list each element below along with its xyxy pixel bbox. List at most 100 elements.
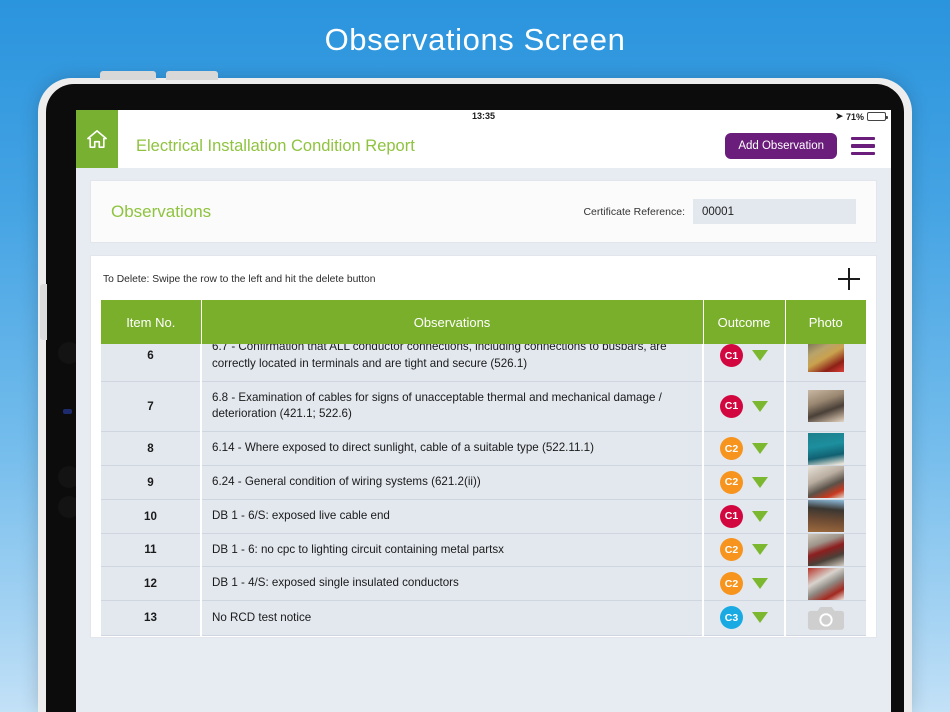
photo-thumbnail[interactable] xyxy=(808,500,844,532)
cell-observation[interactable]: 6.7 - Confirmation that ALL conductor co… xyxy=(201,344,703,381)
certificate-reference-label: Certificate Reference: xyxy=(583,206,685,218)
outcome-badge[interactable]: C2 xyxy=(720,572,743,595)
cell-observation[interactable]: DB 1 - 6/S: exposed live cable end xyxy=(201,499,703,533)
cell-item-no: 13 xyxy=(101,601,201,636)
cell-item-no: 8 xyxy=(101,432,201,466)
column-header-observations: Observations xyxy=(201,300,703,344)
observations-panel: Observations Certificate Reference: xyxy=(90,180,877,243)
table-row[interactable]: 76.8 - Examination of cables for signs o… xyxy=(101,381,866,432)
cell-item-no: 9 xyxy=(101,465,201,499)
column-header-outcome: Outcome xyxy=(703,300,785,344)
device-bezel: iPad 13:35 ➤ 71% xyxy=(46,84,904,712)
cell-observation[interactable]: 6.8 - Examination of cables for signs of… xyxy=(201,381,703,432)
section-title: Observations xyxy=(111,202,583,222)
table-row[interactable]: 12DB 1 - 4/S: exposed single insulated c… xyxy=(101,567,866,601)
photo-thumbnail[interactable] xyxy=(808,344,844,372)
chevron-down-icon[interactable] xyxy=(752,443,768,454)
home-button[interactable] xyxy=(76,110,118,168)
photo-thumbnail[interactable] xyxy=(808,433,844,465)
chevron-down-icon[interactable] xyxy=(752,612,768,623)
observations-table-body: 66.7 - Confirmation that ALL conductor c… xyxy=(101,344,866,636)
photo-thumbnail[interactable] xyxy=(808,390,844,422)
cell-outcome: C2 xyxy=(703,567,785,601)
cell-photo[interactable] xyxy=(785,381,866,432)
status-bar-time: 13:35 xyxy=(76,111,891,121)
outcome-badge[interactable]: C3 xyxy=(720,606,743,629)
chevron-down-icon[interactable] xyxy=(752,578,768,589)
cell-observation[interactable]: 6.24 - General condition of wiring syste… xyxy=(201,465,703,499)
column-header-item-no: Item No. xyxy=(101,300,201,344)
device-top-button-1 xyxy=(100,71,156,80)
outcome-badge[interactable]: C1 xyxy=(720,505,743,528)
cell-photo[interactable] xyxy=(785,601,866,636)
observations-rows-viewport[interactable]: 66.7 - Confirmation that ALL conductor c… xyxy=(101,344,866,638)
cell-item-no: 12 xyxy=(101,567,201,601)
cell-photo[interactable] xyxy=(785,432,866,466)
cell-item-no: 10 xyxy=(101,499,201,533)
photo-thumbnail[interactable] xyxy=(808,568,844,600)
outcome-badge[interactable]: C2 xyxy=(720,538,743,561)
photo-thumbnail[interactable] xyxy=(808,534,844,566)
home-icon xyxy=(86,129,108,149)
cell-outcome: C1 xyxy=(703,381,785,432)
device-top-button-2 xyxy=(166,71,218,80)
chevron-down-icon[interactable] xyxy=(752,477,768,488)
cell-observation[interactable]: No RCD test notice xyxy=(201,601,703,636)
hamburger-menu-icon[interactable] xyxy=(851,137,875,156)
outcome-badge[interactable]: C2 xyxy=(720,471,743,494)
camera-placeholder-icon[interactable] xyxy=(806,601,846,633)
battery-icon xyxy=(867,112,886,121)
observations-table-header: Item No. Observations Outcome Photo xyxy=(101,300,866,344)
cell-photo[interactable] xyxy=(785,499,866,533)
device-screen: iPad 13:35 ➤ 71% xyxy=(76,110,891,712)
cell-outcome: C1 xyxy=(703,344,785,381)
outcome-badge[interactable]: C2 xyxy=(720,437,743,460)
table-row[interactable]: 86.14 - Where exposed to direct sunlight… xyxy=(101,432,866,466)
cell-observation[interactable]: 6.14 - Where exposed to direct sunlight,… xyxy=(201,432,703,466)
main-content: Observations Certificate Reference: To D… xyxy=(76,168,891,638)
cell-outcome: C1 xyxy=(703,499,785,533)
device-side-button xyxy=(40,284,47,340)
cell-outcome: C2 xyxy=(703,432,785,466)
page-title: Observations Screen xyxy=(0,22,950,58)
observations-table-panel: To Delete: Swipe the row to the left and… xyxy=(90,255,877,638)
cell-item-no: 6 xyxy=(101,344,201,381)
device-led-indicator xyxy=(63,409,72,414)
app-header: Electrical Installation Condition Report… xyxy=(76,124,891,168)
certificate-reference-input[interactable] xyxy=(693,199,856,224)
cell-photo[interactable] xyxy=(785,533,866,567)
cell-photo[interactable] xyxy=(785,344,866,381)
add-observation-button[interactable]: Add Observation xyxy=(725,133,837,159)
delete-hint-row: To Delete: Swipe the row to the left and… xyxy=(101,266,866,300)
column-header-photo: Photo xyxy=(785,300,866,344)
cell-observation[interactable]: DB 1 - 4/S: exposed single insulated con… xyxy=(201,567,703,601)
tablet-device: iPad 13:35 ➤ 71% xyxy=(38,78,912,712)
cell-observation[interactable]: DB 1 - 6: no cpc to lighting circuit con… xyxy=(201,533,703,567)
photo-thumbnail[interactable] xyxy=(808,466,844,498)
certificate-reference-group: Certificate Reference: xyxy=(583,199,856,224)
location-arrow-icon: ➤ xyxy=(835,111,843,122)
cell-item-no: 7 xyxy=(101,381,201,432)
chevron-down-icon[interactable] xyxy=(752,511,768,522)
table-row[interactable]: 66.7 - Confirmation that ALL conductor c… xyxy=(101,344,866,381)
chevron-down-icon[interactable] xyxy=(752,350,768,361)
outcome-badge[interactable]: C1 xyxy=(720,344,743,367)
status-bar-right: ➤ 71% xyxy=(835,111,886,122)
battery-percent-label: 71% xyxy=(846,112,864,122)
cell-outcome: C2 xyxy=(703,533,785,567)
outcome-badge[interactable]: C1 xyxy=(720,395,743,418)
chevron-down-icon[interactable] xyxy=(752,544,768,555)
cell-photo[interactable] xyxy=(785,567,866,601)
table-row[interactable]: 10DB 1 - 6/S: exposed live cable end C1 xyxy=(101,499,866,533)
plus-icon[interactable] xyxy=(838,268,860,290)
cell-outcome: C2 xyxy=(703,465,785,499)
table-row[interactable]: 96.24 - General condition of wiring syst… xyxy=(101,465,866,499)
chevron-down-icon[interactable] xyxy=(752,401,768,412)
table-header-row: Item No. Observations Outcome Photo xyxy=(101,300,866,344)
table-row[interactable]: 13No RCD test notice C3 xyxy=(101,601,866,636)
cell-photo[interactable] xyxy=(785,465,866,499)
delete-hint-text: To Delete: Swipe the row to the left and… xyxy=(103,274,838,285)
cell-outcome: C3 xyxy=(703,601,785,636)
status-bar: iPad 13:35 ➤ 71% xyxy=(76,110,891,124)
table-row[interactable]: 11DB 1 - 6: no cpc to lighting circuit c… xyxy=(101,533,866,567)
